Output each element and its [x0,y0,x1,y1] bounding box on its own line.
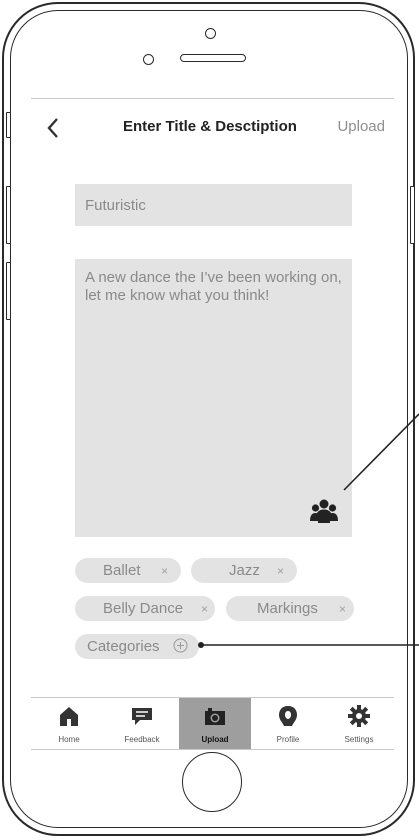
volume-down-button [6,262,11,320]
tab-upload[interactable]: Upload [179,698,251,749]
home-button[interactable] [182,752,242,812]
tab-feedback[interactable]: Feedback [106,698,178,749]
tag-chip-jazz: Jazz × [191,558,297,583]
tag-remove-button[interactable]: × [161,564,168,578]
tag-chip-ballet: Ballet × [75,558,181,583]
description-text: A new dance the I’ve been working on, le… [85,269,342,304]
chevron-left-icon [47,118,58,138]
tag-chip-markings: Markings × [226,596,354,621]
add-category-button[interactable]: Categories [75,634,199,659]
audience-button[interactable] [310,498,338,524]
feedback-icon [132,708,152,725]
title-input[interactable]: Futuristic [75,184,352,226]
tag-remove-button[interactable]: × [277,564,284,578]
tab-label: Feedback [124,735,160,744]
tag-label: Markings [257,600,318,617]
tab-profile[interactable]: Profile [252,698,324,749]
screen: Enter Title & Desctiption Upload Futuris… [31,98,394,750]
tag-remove-button[interactable]: × [339,602,346,616]
gear-icon [348,705,370,727]
description-textarea[interactable]: A new dance the I’ve been working on, le… [75,259,352,537]
earpiece-speaker [180,54,246,62]
tag-remove-button[interactable]: × [201,602,208,616]
tab-label: Profile [276,735,300,744]
upload-button[interactable]: Upload [337,118,385,135]
profile-icon [279,706,297,726]
front-camera [205,28,216,39]
page-title: Enter Title & Desctiption [123,118,297,135]
plus-circle-icon [173,638,188,653]
tag-label: Belly Dance [103,600,184,617]
power-button [410,186,415,244]
volume-up-button [6,186,11,244]
group-users-icon [310,499,338,523]
tab-label: Upload [201,735,229,744]
tab-label: Settings [344,735,374,744]
tag-label: Jazz [229,562,260,579]
categories-label: Categories [87,638,160,655]
tag-chip-belly-dance: Belly Dance × [75,596,215,621]
home-icon [60,707,78,726]
tab-label: Home [58,735,80,744]
mute-switch [6,112,11,138]
tab-home[interactable]: Home [33,698,105,749]
tab-settings[interactable]: Settings [323,698,394,749]
camera-icon [205,708,225,725]
tag-label: Ballet [103,562,141,579]
back-button[interactable] [40,115,66,141]
proximity-sensor [143,54,154,65]
tab-bar: Home Feedback Upload Profile Settings [31,697,394,749]
